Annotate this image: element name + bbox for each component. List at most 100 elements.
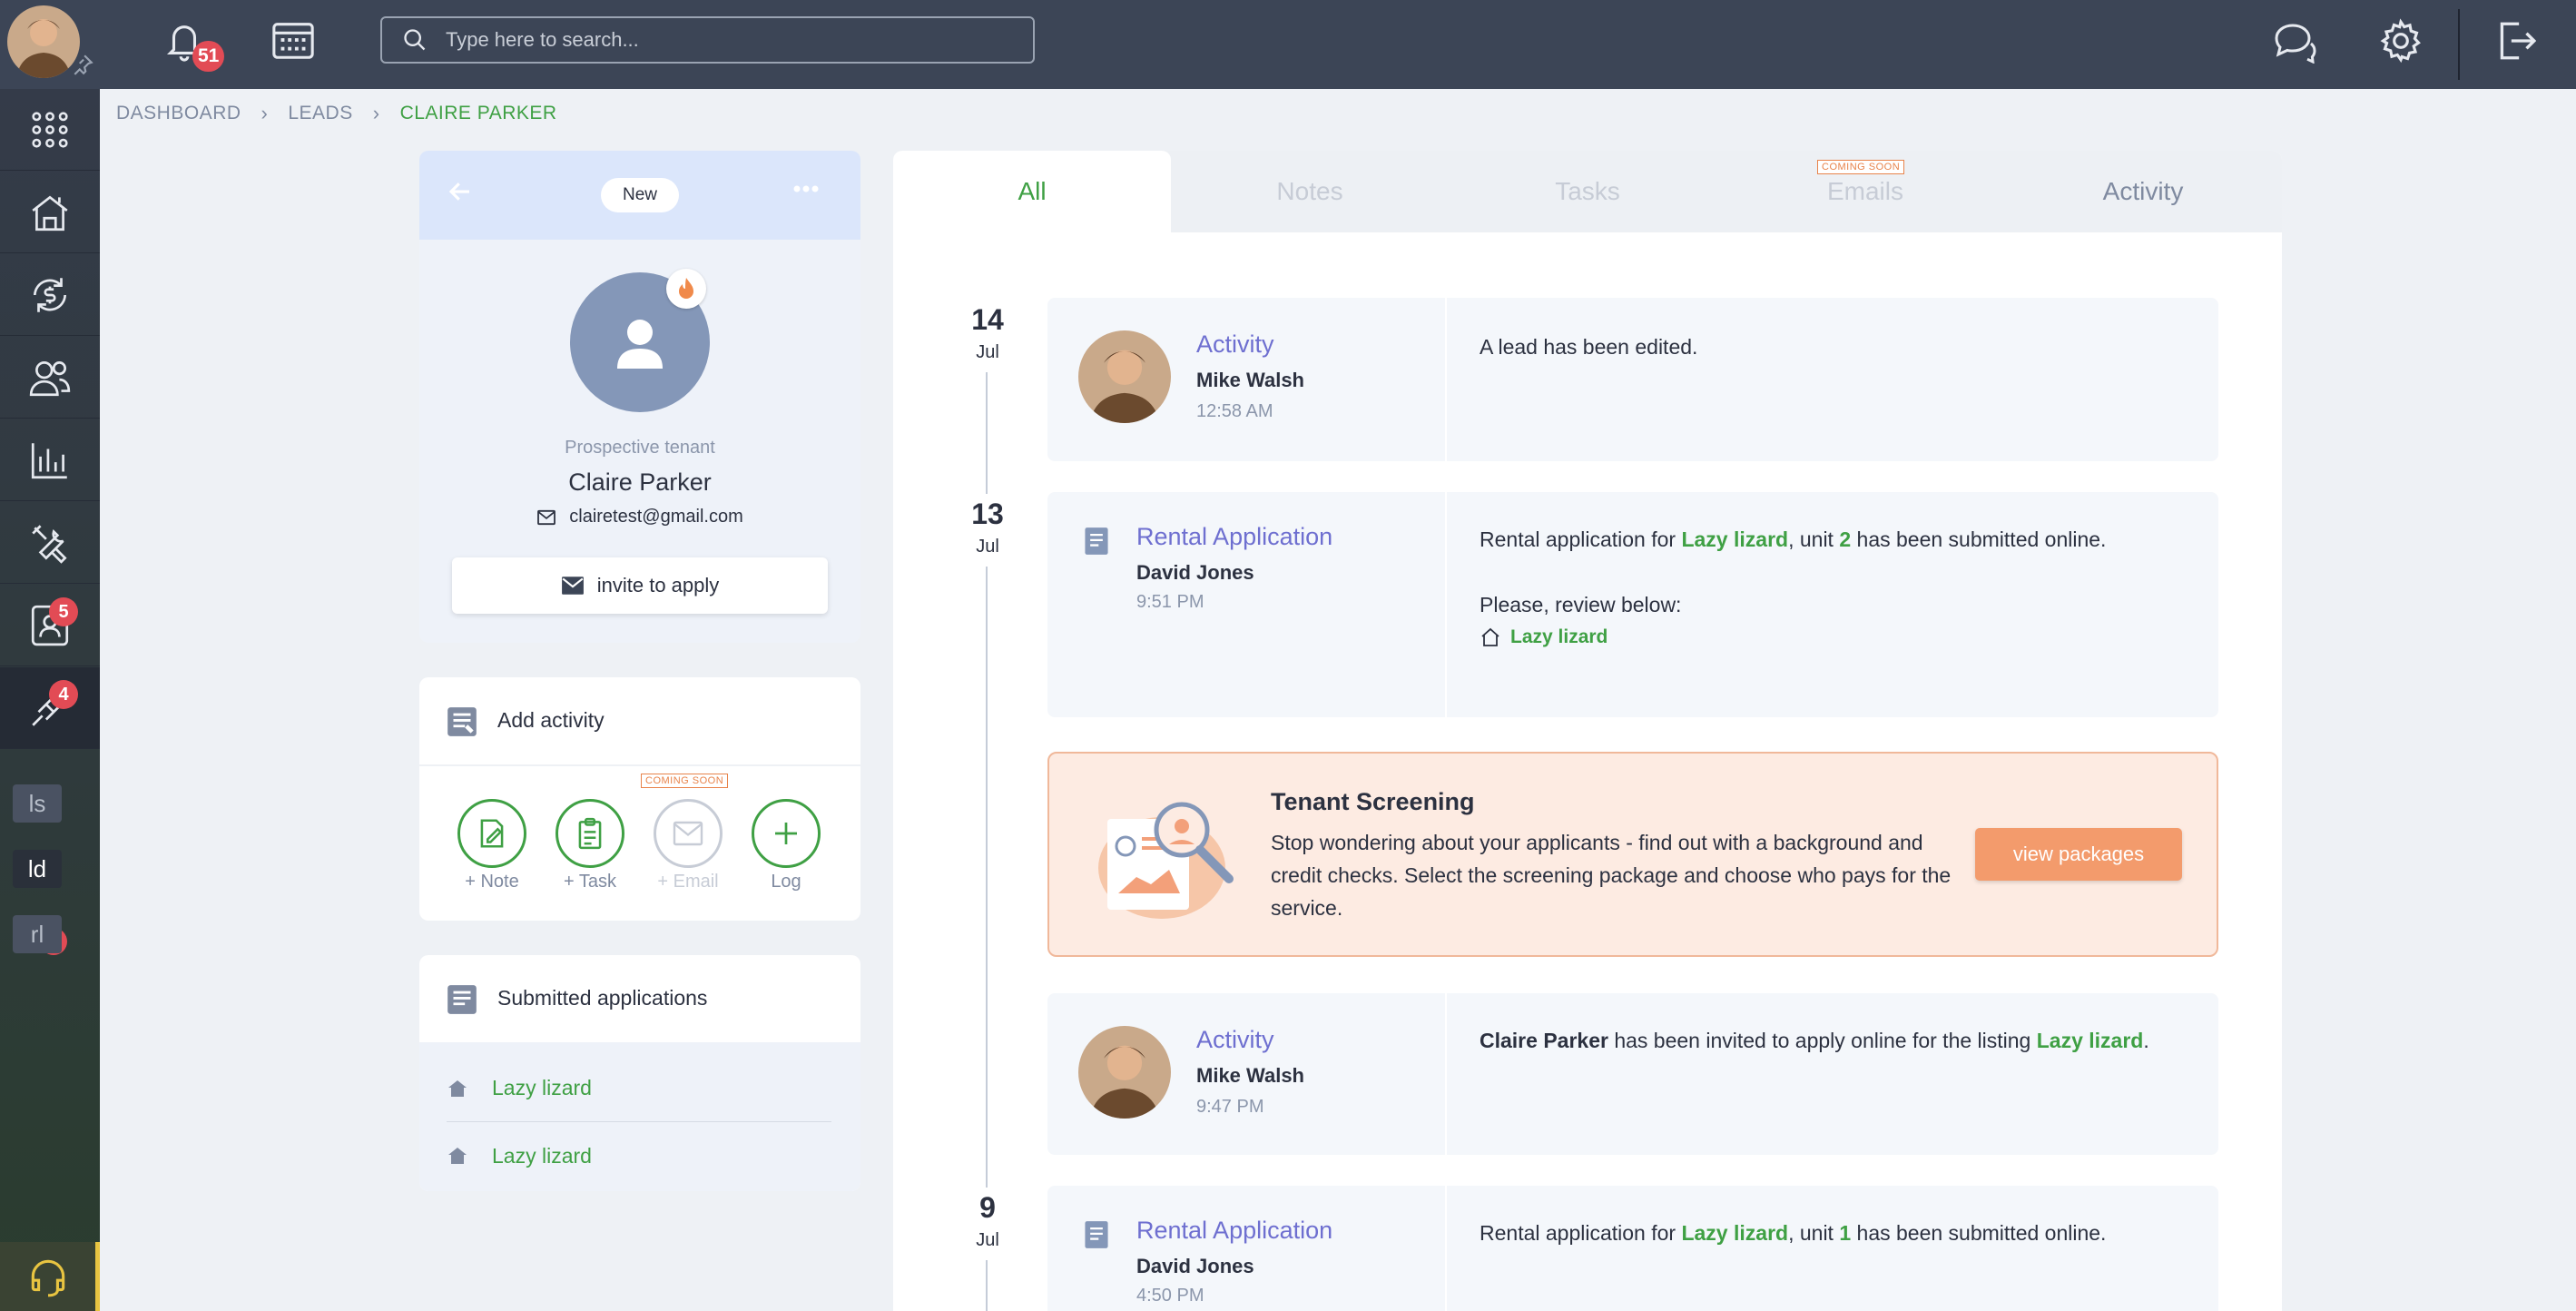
timeline-date: 9 Jul xyxy=(953,1188,1022,1260)
application-link[interactable]: Lazy lizard xyxy=(492,1076,592,1100)
date-day: 14 xyxy=(971,303,1004,336)
status-badge[interactable]: New xyxy=(601,178,679,212)
lead-name-mention: Claire Parker xyxy=(1480,1029,1608,1052)
sidebar-item-maintenance-tools[interactable] xyxy=(0,502,100,584)
invite-to-apply-button[interactable]: invite to apply xyxy=(452,557,828,614)
view-packages-button[interactable]: view packages xyxy=(1975,828,2182,881)
breadcrumb-leads[interactable]: LEADS xyxy=(288,103,352,124)
applications-list-icon xyxy=(445,982,479,1017)
sidebar-item-leads[interactable]: 4 xyxy=(0,667,100,749)
application-link[interactable]: Lazy lizard xyxy=(492,1144,592,1168)
listing-link[interactable]: Lazy lizard xyxy=(2037,1029,2144,1052)
timeline-entry: Activity Mike Walsh 9:47 PM Claire Parke… xyxy=(1047,993,2218,1155)
sidebar-shortcut-ls[interactable]: ls xyxy=(13,784,62,823)
headset-icon xyxy=(31,1259,64,1297)
add-note-button[interactable] xyxy=(457,799,526,868)
add-task-button[interactable] xyxy=(556,799,624,868)
entry-time: 12:58 AM xyxy=(1196,401,1273,421)
list-item[interactable]: Lazy lizard xyxy=(447,1055,831,1122)
entry-text: Rental application for Lazy lizard, unit… xyxy=(1480,1221,2107,1245)
add-email-label: + Email xyxy=(657,872,719,892)
tab-activity[interactable]: Activity xyxy=(2004,151,2282,232)
review-listing-link[interactable]: Lazy lizard xyxy=(1510,621,1608,654)
entry-text: A lead has been edited. xyxy=(1480,335,1698,359)
entry-user: Mike Walsh xyxy=(1196,1064,1304,1087)
leads-badge: 4 xyxy=(49,680,78,709)
calendar-icon[interactable] xyxy=(270,18,316,62)
mail-icon xyxy=(537,509,556,525)
review-link-row[interactable]: Lazy lizard xyxy=(1480,621,2169,654)
entry-time: 9:51 PM xyxy=(1136,592,1204,612)
logout-icon[interactable] xyxy=(2494,18,2536,64)
entry-type[interactable]: Rental Application xyxy=(1136,1217,1332,1245)
search-box[interactable] xyxy=(380,16,1035,64)
notifications-badge: 51 xyxy=(192,41,225,72)
user-avatar xyxy=(1078,1026,1171,1119)
house-icon xyxy=(32,195,68,231)
sidebar-shortcut-rl[interactable]: rl xyxy=(13,915,62,953)
bar-chart-icon xyxy=(31,442,67,478)
lead-name: Claire Parker xyxy=(568,468,712,496)
topbar-divider xyxy=(2458,9,2460,80)
people-icon xyxy=(29,360,71,396)
search-icon xyxy=(402,27,428,53)
tab-notes[interactable]: Notes xyxy=(1171,151,1449,232)
clipboard-icon xyxy=(578,817,602,850)
list-item[interactable]: Lazy lizard xyxy=(447,1122,831,1189)
entry-user: David Jones xyxy=(1136,561,1254,584)
sidebar-item-applications[interactable]: 5 xyxy=(0,585,100,666)
date-month: Jul xyxy=(976,537,999,557)
home-icon xyxy=(448,1148,467,1164)
submitted-applications-title: Submitted applications xyxy=(497,986,708,1010)
timeline-entry: Rental Application David Jones 9:51 PM R… xyxy=(1047,492,2218,717)
lead-email[interactable]: clairetest@gmail.com xyxy=(569,507,742,527)
sidebar-item-people[interactable] xyxy=(0,337,100,419)
coming-soon-badge: COMING SOON xyxy=(1817,160,1905,174)
back-arrow-icon[interactable] xyxy=(447,178,474,205)
money-cycle-icon xyxy=(33,277,67,312)
gear-icon[interactable] xyxy=(2378,18,2424,64)
search-input[interactable] xyxy=(446,18,1008,62)
entry-time: 4:50 PM xyxy=(1136,1286,1204,1306)
tenant-screening-promo: Tenant Screening Stop wondering about yo… xyxy=(1047,752,2218,957)
support-button[interactable] xyxy=(0,1242,100,1311)
timeline-entry: Rental Application David Jones 4:50 PM R… xyxy=(1047,1186,2218,1311)
applications-badge: 5 xyxy=(49,597,78,626)
entry-type[interactable]: Activity xyxy=(1196,1026,1274,1054)
user-avatar[interactable] xyxy=(7,5,80,78)
submitted-applications-card: Submitted applications Lazy lizard Lazy … xyxy=(419,955,860,1191)
apps-grid-icon xyxy=(32,111,68,148)
promo-title: Tenant Screening xyxy=(1271,788,1475,815)
sidebar-item-reports[interactable] xyxy=(0,419,100,501)
review-prompt: Please, review below: xyxy=(1480,593,1682,616)
chat-icon[interactable] xyxy=(2271,20,2318,64)
date-day: 9 xyxy=(979,1191,996,1224)
entry-type[interactable]: Activity xyxy=(1196,330,1274,359)
divider xyxy=(419,764,860,766)
sidebar-item-payments[interactable] xyxy=(0,254,100,336)
home-icon xyxy=(448,1079,467,1097)
invite-label: invite to apply xyxy=(596,574,720,596)
add-note-label: + Note xyxy=(465,872,519,892)
tab-all[interactable]: All xyxy=(893,151,1171,232)
sidebar-item-properties[interactable] xyxy=(0,172,100,253)
coming-soon-badge: COMING SOON xyxy=(641,774,729,788)
timeline-entry: Activity Mike Walsh 12:58 AM A lead has … xyxy=(1047,298,2218,461)
chevron-right-icon: › xyxy=(261,102,269,124)
pin-icon[interactable] xyxy=(71,53,94,76)
entry-type[interactable]: Rental Application xyxy=(1136,523,1332,551)
listing-link[interactable]: Lazy lizard xyxy=(1681,1221,1788,1245)
timeline-date: 13 Jul xyxy=(953,494,1022,567)
breadcrumb-dashboard[interactable]: DASHBOARD xyxy=(116,103,241,124)
sidebar-item-apps[interactable] xyxy=(0,89,100,171)
add-log-label: Log xyxy=(771,872,801,892)
listing-link[interactable]: Lazy lizard xyxy=(1681,527,1788,551)
sidebar-shortcut-ld[interactable]: ld xyxy=(13,850,62,888)
add-log-button[interactable] xyxy=(752,799,821,868)
more-options-icon[interactable] xyxy=(790,172,822,205)
tab-bar: All Notes Tasks Emails COMING SOON Activ… xyxy=(893,151,2282,232)
activity-list-icon xyxy=(445,705,479,739)
tab-tasks[interactable]: Tasks xyxy=(1449,151,1726,232)
entry-user: Mike Walsh xyxy=(1196,369,1304,391)
document-icon xyxy=(1084,527,1109,556)
